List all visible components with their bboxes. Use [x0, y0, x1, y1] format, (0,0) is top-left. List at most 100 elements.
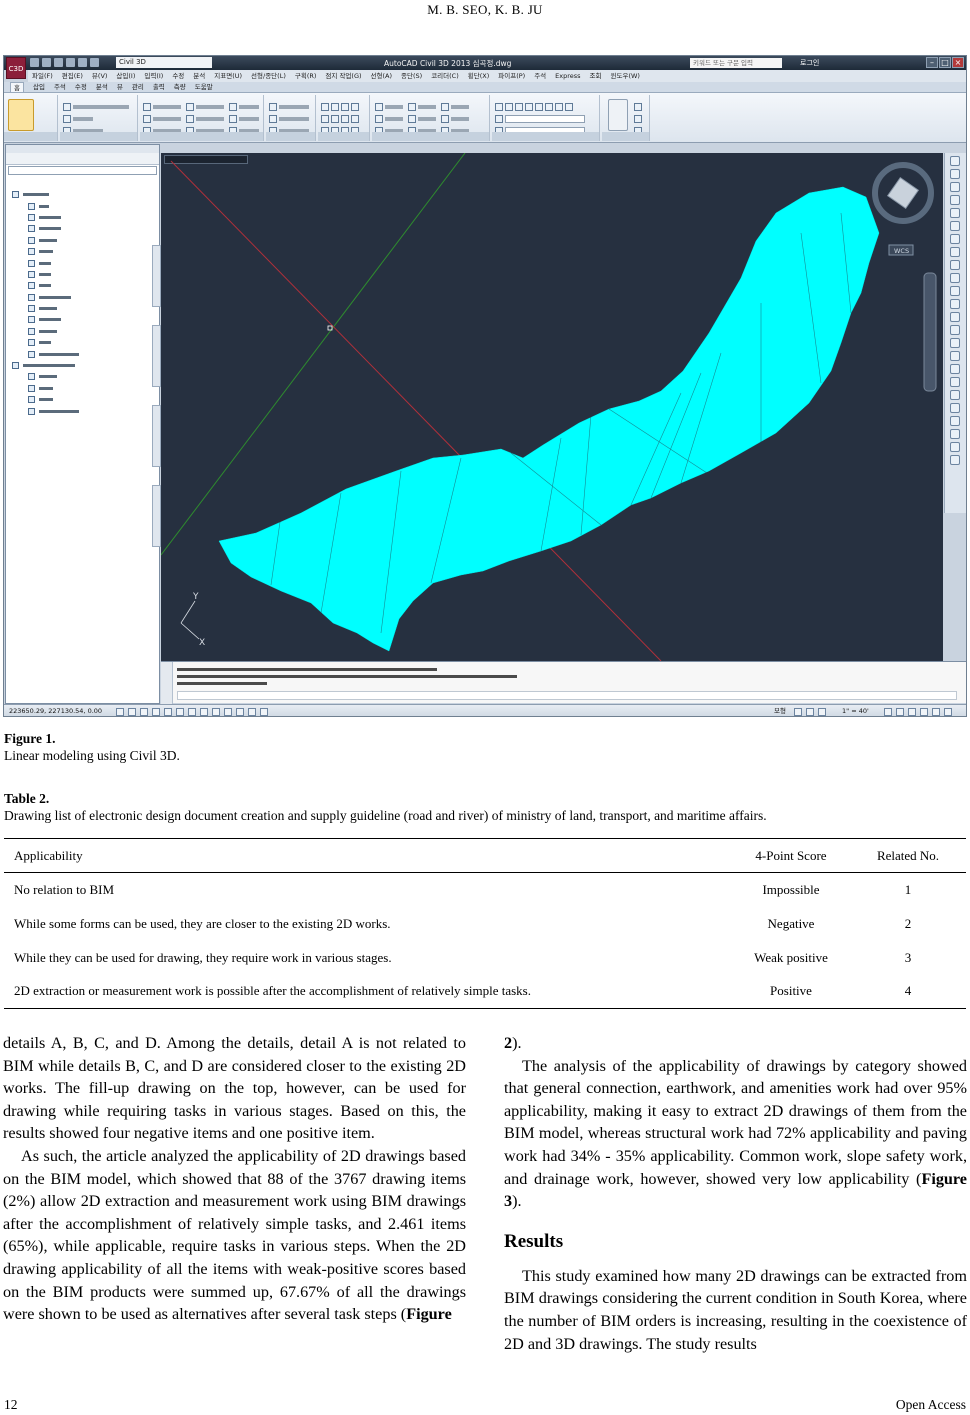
search-input[interactable]: 키워드 또는 구문 입력 [690, 58, 782, 68]
menu-item[interactable]: 선형/종단(L) [251, 70, 286, 82]
tree-node[interactable] [12, 292, 150, 303]
tool-icon[interactable] [950, 286, 960, 296]
login-link[interactable]: 로그인 [800, 58, 819, 68]
status-tool-icon[interactable] [896, 708, 904, 716]
figure-reference-link[interactable]: Figure [406, 1305, 452, 1323]
tool-icon[interactable] [950, 338, 960, 348]
tree-node[interactable] [12, 371, 150, 382]
tab-survey[interactable] [152, 405, 161, 467]
tool-icon[interactable] [950, 247, 960, 257]
command-line-tools[interactable] [161, 662, 173, 704]
qp-toggle[interactable] [236, 708, 244, 716]
ribbon-tab[interactable]: 관리 [132, 82, 144, 92]
grid-toggle[interactable] [128, 708, 136, 716]
tool-icon[interactable] [950, 208, 960, 218]
viewcube[interactable] [872, 162, 934, 224]
ribbon-tab[interactable]: 삽입 [33, 82, 45, 92]
tree-node[interactable] [12, 212, 150, 223]
otrack-toggle[interactable] [176, 708, 184, 716]
menu-item[interactable]: 종단(S) [401, 70, 422, 82]
layout-icon[interactable] [818, 708, 826, 716]
menu-item[interactable]: 조회 [590, 70, 602, 82]
active-drawing-view-dropdown[interactable] [8, 166, 157, 175]
tool-icon[interactable] [950, 260, 960, 270]
menu-item[interactable]: 뷰(V) [92, 70, 108, 82]
ribbon-tab[interactable]: 분석 [96, 82, 108, 92]
layout-icon[interactable] [794, 708, 802, 716]
snap-toggle[interactable] [116, 708, 124, 716]
tool-icon[interactable] [950, 455, 960, 465]
dyn-toggle[interactable] [200, 708, 208, 716]
tree-node[interactable] [12, 337, 150, 348]
menu-item[interactable]: 입력(I) [144, 70, 163, 82]
tree-node[interactable] [12, 326, 150, 337]
ribbon-tab[interactable]: 주석 [54, 82, 66, 92]
tab-settings[interactable] [152, 325, 161, 387]
tool-icon[interactable] [950, 234, 960, 244]
drawing-viewport[interactable]: Y X WCS [161, 153, 943, 661]
tpy-toggle[interactable] [224, 708, 232, 716]
annotation-scale[interactable]: 1" = 40' [842, 705, 869, 716]
osnap-toggle[interactable] [164, 708, 172, 716]
am-toggle[interactable] [260, 708, 268, 716]
ducs-toggle[interactable] [188, 708, 196, 716]
menu-item[interactable]: 점지 작업(G) [325, 70, 361, 82]
tool-icon[interactable] [950, 182, 960, 192]
tree-node[interactable] [12, 383, 150, 394]
menu-item[interactable]: 구획(R) [295, 70, 317, 82]
ribbon-tab[interactable]: 수정 [75, 82, 87, 92]
undo-icon[interactable] [78, 58, 87, 67]
status-tool-icon[interactable] [932, 708, 940, 716]
save-icon[interactable] [54, 58, 63, 67]
command-input[interactable] [177, 691, 957, 700]
tree-node[interactable] [12, 303, 150, 314]
tree-node[interactable] [12, 269, 150, 280]
ribbon-tab[interactable]: 출력 [153, 82, 165, 92]
tree-node[interactable] [12, 360, 150, 371]
tool-icon[interactable] [950, 273, 960, 283]
close-icon[interactable]: × [952, 57, 964, 68]
app-logo[interactable]: C3D [6, 57, 26, 79]
tree-node[interactable] [12, 394, 150, 405]
workspace-select[interactable]: Civil 3D [116, 57, 212, 68]
figure-reference-link[interactable]: 2 [504, 1034, 512, 1052]
menu-item[interactable]: 파이프(P) [498, 70, 525, 82]
tab-toolbox[interactable] [152, 485, 161, 547]
menu-item[interactable]: 분석 [193, 70, 205, 82]
ribbon-tab[interactable]: 뷰 [117, 82, 123, 92]
status-tool-icon[interactable] [920, 708, 928, 716]
tool-icon[interactable] [950, 351, 960, 361]
tool-icon[interactable] [950, 325, 960, 335]
tool-icon[interactable] [950, 416, 960, 426]
tool-icon[interactable] [950, 156, 960, 166]
menu-item[interactable]: 코리더(C) [431, 70, 459, 82]
ortho-toggle[interactable] [140, 708, 148, 716]
tool-icon[interactable] [950, 221, 960, 231]
tree-node[interactable] [12, 257, 150, 268]
menu-item[interactable]: 주석 [534, 70, 546, 82]
ribbon-tab[interactable]: 도움말 [195, 82, 213, 92]
new-icon[interactable] [30, 58, 39, 67]
sc-toggle[interactable] [248, 708, 256, 716]
tool-icon[interactable] [950, 299, 960, 309]
tool-icon[interactable] [950, 195, 960, 205]
tree-node[interactable] [12, 223, 150, 234]
tool-icon[interactable] [950, 403, 960, 413]
menu-item[interactable]: 횡단(X) [468, 70, 490, 82]
tree-node[interactable] [12, 280, 150, 291]
status-tool-icon[interactable] [944, 708, 952, 716]
tree-node[interactable] [12, 235, 150, 246]
menu-item[interactable]: Express [555, 70, 580, 82]
tool-icon[interactable] [950, 429, 960, 439]
tool-icon[interactable] [950, 312, 960, 322]
layout-icon[interactable] [806, 708, 814, 716]
menu-item[interactable]: 지표면(U) [214, 70, 242, 82]
menu-item[interactable]: 파일(F) [32, 70, 53, 82]
minimize-icon[interactable]: – [926, 57, 938, 68]
ribbon-tab[interactable]: 측량 [174, 82, 186, 92]
tool-icon[interactable] [950, 377, 960, 387]
print-icon[interactable] [66, 58, 75, 67]
tool-icon[interactable] [950, 442, 960, 452]
tab-prospector[interactable] [152, 245, 161, 307]
menu-item[interactable]: 수정 [172, 70, 184, 82]
